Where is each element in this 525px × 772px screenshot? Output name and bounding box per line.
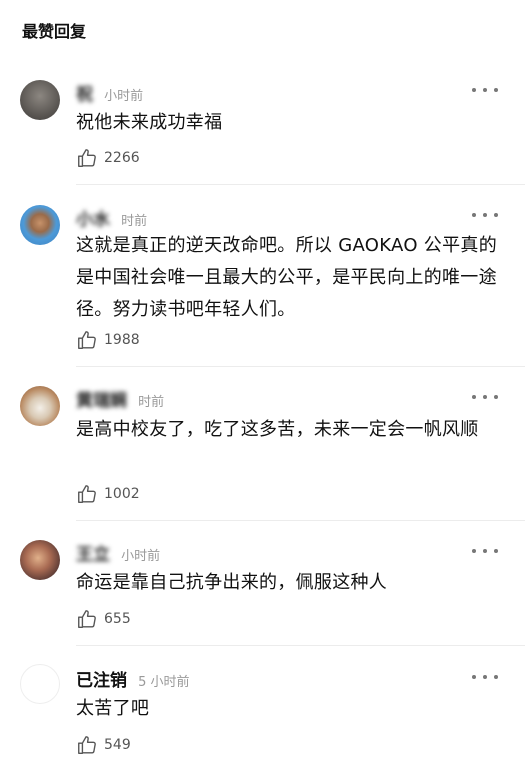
thumbs-up-icon — [78, 149, 96, 167]
like-button[interactable]: 2266 — [76, 146, 140, 170]
avatar[interactable] — [20, 80, 60, 120]
thumbs-up-icon — [78, 610, 96, 628]
divider — [76, 366, 525, 367]
username[interactable]: 黄瑞娴 — [76, 391, 127, 411]
more-options-button[interactable] — [472, 208, 498, 222]
comment-meta: 黄瑞娴 时前 — [76, 386, 165, 411]
more-options-button[interactable] — [472, 83, 498, 97]
divider — [76, 520, 525, 521]
like-button[interactable]: 1988 — [76, 328, 140, 352]
like-count: 549 — [104, 737, 131, 753]
thumbs-up-icon — [78, 736, 96, 754]
avatar[interactable] — [20, 205, 60, 245]
comment-meta: 已注销 5 小时前 — [76, 666, 190, 691]
username[interactable]: 祝 — [76, 85, 93, 105]
like-button[interactable]: 655 — [76, 607, 131, 631]
comment-meta: 祝 小时前 — [76, 80, 144, 105]
like-count: 1988 — [104, 332, 140, 348]
username[interactable]: 已注销 — [76, 671, 127, 691]
timestamp: 小时前 — [121, 549, 161, 564]
avatar[interactable] — [20, 540, 60, 580]
avatar[interactable] — [20, 386, 60, 426]
comment-meta: 小水 时前 — [76, 205, 148, 230]
like-count: 2266 — [104, 150, 140, 166]
comment-text: 祝他未来成功幸福 — [76, 112, 223, 133]
thumbs-up-icon — [78, 485, 96, 503]
timestamp: 5 小时前 — [138, 675, 190, 690]
timestamp: 小时前 — [104, 89, 144, 104]
comment-text: 太苦了吧 — [76, 698, 150, 719]
comment-text: 这就是真正的逆天改命吧。所以 GAOKAO 公平真的是中国社会唯一且最大的公平，… — [76, 235, 498, 320]
divider — [76, 184, 525, 185]
timestamp: 时前 — [121, 214, 148, 229]
comment-text: 是高中校友了，吃了这多苦，未来一定会一帆风顺 — [76, 419, 479, 440]
more-options-button[interactable] — [472, 544, 498, 558]
avatar[interactable] — [20, 664, 60, 704]
thumbs-up-icon — [78, 331, 96, 349]
comment-meta: 王立 小时前 — [76, 540, 161, 565]
like-count: 1002 — [104, 486, 140, 502]
comment-text: 命运是靠自己抗争出来的，佩服这种人 — [76, 572, 388, 593]
divider — [76, 645, 525, 646]
section-title: 最赞回复 — [22, 22, 87, 41]
timestamp: 时前 — [138, 395, 165, 410]
username[interactable]: 王立 — [76, 545, 110, 565]
more-options-button[interactable] — [472, 390, 498, 404]
like-count: 655 — [104, 611, 131, 627]
more-options-button[interactable] — [472, 670, 498, 684]
like-button[interactable]: 549 — [76, 733, 131, 757]
like-button[interactable]: 1002 — [76, 482, 140, 506]
username[interactable]: 小水 — [76, 210, 110, 230]
